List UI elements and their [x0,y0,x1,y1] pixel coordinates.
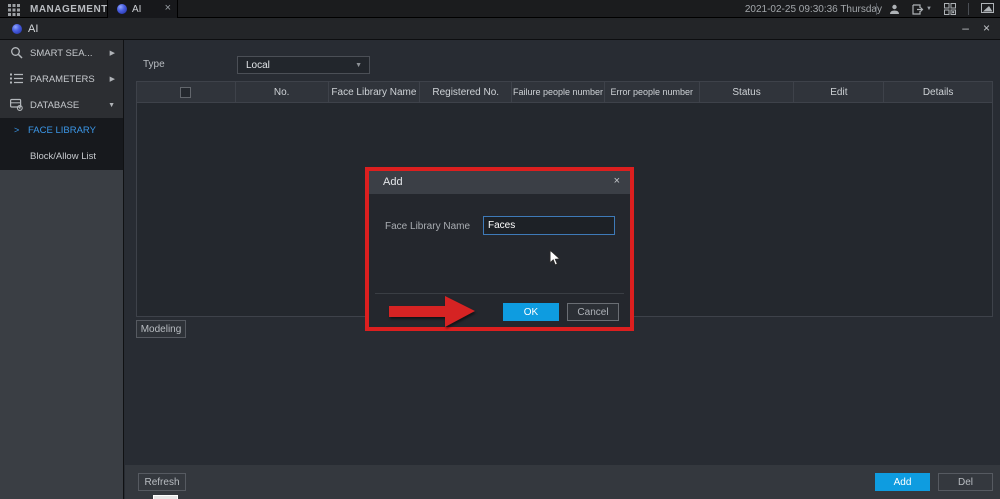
add-button[interactable]: Add [875,473,930,491]
face-library-name-input[interactable] [483,216,615,235]
user-icon[interactable] [889,4,900,15]
dialog-title: Add [383,176,403,188]
ai-sphere-icon [12,24,22,34]
sidebar-item-database[interactable]: DATABASE ▼ [0,92,123,118]
sidebar-subitem-block-allow-list[interactable]: Block/Allow List [0,144,123,170]
cutoff-element [153,495,178,499]
column-header: No. [236,82,329,102]
parameters-icon [10,72,23,90]
dialog-footer-divider [375,293,624,294]
sidebar-subitem-label: Block/Allow List [30,151,96,162]
select-all-checkbox[interactable] [180,87,191,98]
split-screen-icon[interactable] [944,3,956,15]
refresh-button[interactable]: Refresh [138,473,186,491]
type-dropdown[interactable]: Local ▼ [237,56,370,74]
column-header: Details [884,82,992,102]
sidebar-item-label: SMART SEA... [30,48,92,59]
topbar-icon-group: ▼ [876,0,994,18]
app-window: MANAGEMENT AI × 2021-02-25 09:30:36 Thur… [0,0,1000,499]
bottom-bar: Refresh Add Del [125,465,1000,499]
sidebar-item-parameters[interactable]: PARAMETERS ▶ [0,66,123,92]
sidebar: SMART SEA... ▶ PARAMETERS ▶ DATABASE ▼ > [0,40,124,499]
minimize-icon[interactable]: – [962,21,969,35]
chevron-down-icon: ▼ [355,62,362,69]
modeling-button[interactable]: Modeling [136,320,186,338]
sidebar-item-label: DATABASE [30,100,79,111]
logout-icon[interactable]: ▼ [912,4,932,15]
tab-close-icon[interactable]: × [165,2,171,14]
sidebar-subitem-label: FACE LIBRARY [28,125,96,136]
ai-sphere-icon [117,4,127,14]
column-header: Status [700,82,795,102]
chevron-right-icon: ▶ [110,49,115,57]
monitor-icon[interactable] [981,3,994,15]
type-dropdown-value: Local [246,60,270,71]
column-header: Registered No. [420,82,512,102]
tab-ai-label: AI [132,4,141,15]
face-library-name-label: Face Library Name [385,221,470,232]
del-button[interactable]: Del [938,473,993,491]
top-bar: MANAGEMENT AI × 2021-02-25 09:30:36 Thur… [0,0,1000,18]
smart-search-icon [10,46,23,64]
header-checkbox-cell [137,82,236,102]
window-title: AI [28,23,38,35]
window-title-bar: AI – × [0,18,1000,40]
column-header: Face Library Name [329,82,421,102]
sidebar-subitem-face-library[interactable]: > FACE LIBRARY [0,118,123,144]
chevron-down-icon: ▼ [108,102,115,109]
annotation-highlight-box: Add × Face Library Name OK Cancel [365,167,634,331]
logout-caret-icon: ▼ [926,6,932,12]
ok-button[interactable]: OK [503,303,559,321]
table-header-row: No. Face Library Name Registered No. Fai… [136,81,993,103]
add-dialog: Add × Face Library Name OK Cancel [369,171,630,327]
divider [876,3,877,15]
annotation-arrow [389,296,474,327]
management-label[interactable]: MANAGEMENT [30,4,108,15]
chevron-right-icon: > [14,125,19,135]
sidebar-item-label: PARAMETERS [30,74,95,85]
cancel-button[interactable]: Cancel [567,303,619,321]
close-icon[interactable]: × [983,21,990,35]
dialog-title-bar: Add × [369,171,630,194]
column-header: Error people number [605,82,700,102]
column-header: Edit [794,82,884,102]
chevron-right-icon: ▶ [110,75,115,83]
dialog-close-icon[interactable]: × [614,175,620,187]
column-header: Failure people number [512,82,605,102]
database-icon [10,98,23,116]
sidebar-item-smart-search[interactable]: SMART SEA... ▶ [0,40,123,66]
divider [968,3,969,15]
tab-ai[interactable]: AI × [107,0,178,18]
datetime-display: 2021-02-25 09:30:36 Thursday [745,4,882,15]
type-label: Type [143,59,165,70]
mouse-cursor-icon [549,249,561,272]
